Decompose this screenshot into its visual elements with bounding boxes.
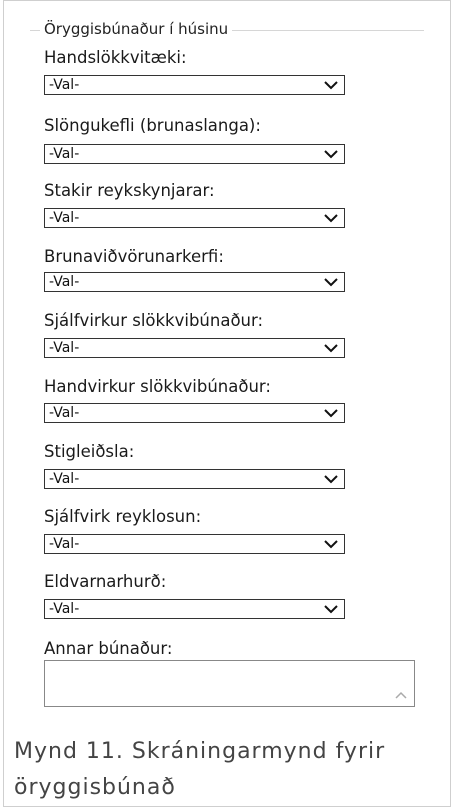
select-sjalfvirk-reyklosun[interactable]: -Val- [44, 534, 345, 554]
select-stigleidsla[interactable]: -Val- [44, 469, 345, 489]
chevron-down-icon [324, 540, 338, 549]
select-value: -Val- [49, 77, 80, 93]
section-title: Öryggisbúnaður í húsinu [40, 20, 233, 38]
select-handvirkur-slokkvibunadur[interactable]: -Val- [44, 403, 345, 423]
chevron-down-icon [324, 605, 338, 614]
select-handslokkvitaeki[interactable]: -Val- [44, 75, 345, 95]
caption-line-1: Mynd 11. Skráningarmynd fyrir [14, 739, 386, 764]
chevron-down-icon [324, 344, 338, 353]
label-handvirkur-slokkvibunadur: Handvirkur slökkvibúnaður: [44, 377, 271, 396]
label-handslokkvitaeki: Handslökkvitæki: [44, 48, 187, 67]
select-stakir-reykskynjarar[interactable]: -Val- [44, 208, 345, 228]
label-sjalfvirkur-slokkvibunadur: Sjálfvirkur slökkvibúnaður: [44, 311, 264, 330]
select-value: -Val- [49, 471, 80, 487]
select-brunavidvorunarkerfi[interactable]: -Val- [44, 272, 345, 292]
scroll-up-arrow-icon[interactable] [394, 690, 408, 700]
label-stakir-reykskynjarar: Stakir reykskynjarar: [44, 181, 215, 200]
label-sjalfvirk-reyklosun: Sjálfvirk reyklosun: [44, 507, 202, 526]
chevron-down-icon [324, 475, 338, 484]
select-value: -Val- [49, 210, 80, 226]
label-eldvarnarhurd: Eldvarnarhurð: [44, 572, 167, 591]
chevron-down-icon [324, 150, 338, 159]
label-stigleidsla: Stigleiðsla: [44, 442, 135, 461]
select-slongukefli[interactable]: -Val- [44, 144, 345, 164]
chevron-down-icon [324, 81, 338, 90]
select-sjalfvirkur-slokkvibunadur[interactable]: -Val- [44, 338, 345, 358]
textarea-annar-bunadur[interactable] [44, 660, 415, 707]
label-slongukefli: Slöngukefli (brunaslanga): [44, 116, 261, 135]
label-annar-bunadur: Annar búnaður: [44, 639, 173, 658]
select-value: -Val- [49, 405, 80, 421]
label-brunavidvorunarkerfi: Brunaviðvörunarkerfi: [44, 247, 224, 266]
figure-caption: Mynd 11. Skráningarmynd fyrir öryggisbún… [14, 734, 446, 806]
chevron-down-icon [324, 409, 338, 418]
select-value: -Val- [49, 601, 80, 617]
select-value: -Val- [49, 146, 80, 162]
select-eldvarnarhurd[interactable]: -Val- [44, 599, 345, 619]
select-value: -Val- [49, 340, 80, 356]
chevron-down-icon [324, 278, 338, 287]
chevron-down-icon [324, 214, 338, 223]
caption-line-2: öryggisbúnað [14, 775, 176, 800]
select-value: -Val- [49, 274, 80, 290]
select-value: -Val- [49, 536, 80, 552]
